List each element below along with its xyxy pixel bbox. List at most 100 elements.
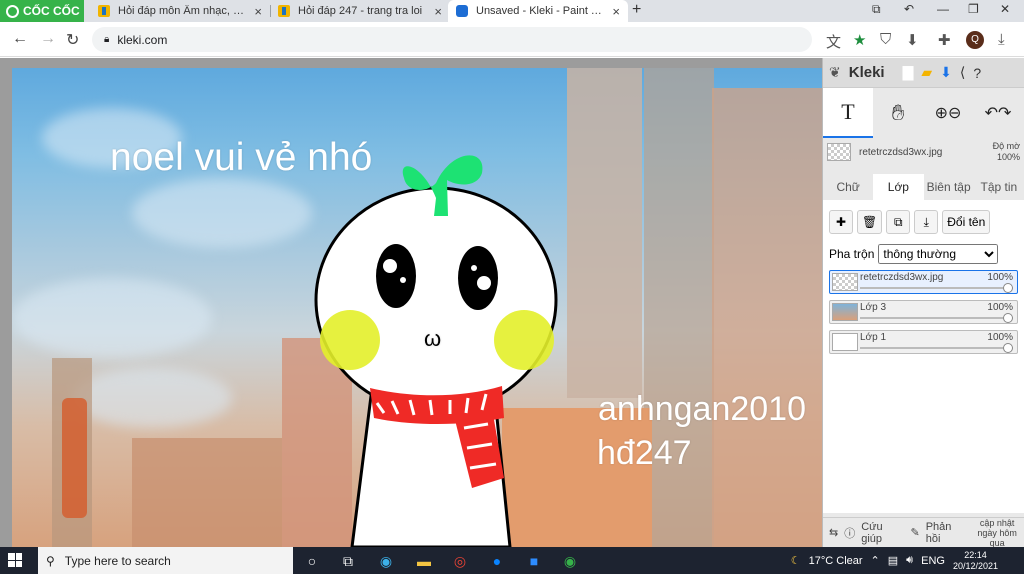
minimize-icon[interactable]: — <box>937 2 949 16</box>
panel-footer: ⇆ ⓘ Cứu giúp ✎ Phản hồi cập nhật ngày hô… <box>823 517 1024 548</box>
zoom-icon[interactable]: ■ <box>524 551 544 571</box>
merge-layer-icon[interactable]: ⤓ <box>914 210 939 234</box>
volume-icon[interactable]: 🔊︎ <box>906 554 913 567</box>
opacity-label: Độ mờ <box>992 141 1020 151</box>
zoom-buttons[interactable]: ⊕⊖ <box>923 88 973 138</box>
windows-taskbar: ⚲ Type here to search ○ ⧉ ◉ ▬ ◎ ● ■ ◉ ☾ … <box>0 547 1024 574</box>
coccoc-logo-icon <box>6 4 19 18</box>
chrome-icon[interactable]: ◎ <box>450 551 470 571</box>
clock-date: 20/12/2021 <box>952 560 998 571</box>
layer-item[interactable]: retetrczdsd3wx.jpg 100% <box>829 270 1018 294</box>
rename-layer-button[interactable]: Đổi tên <box>942 210 991 234</box>
window-close-icon[interactable]: ✕ <box>1000 2 1010 16</box>
slider-knob[interactable] <box>1003 283 1013 293</box>
task-view-icon[interactable]: ⧉ <box>338 551 358 571</box>
bookmark-star-icon[interactable]: ★ <box>853 31 866 49</box>
open-folder-icon[interactable]: ▰ <box>921 64 932 81</box>
blend-mode-row: Pha trộn thông thường <box>829 244 1018 264</box>
kleki-favicon-icon <box>456 5 468 17</box>
tab-hoidap-247[interactable]: Hỏi đáp 247 - trang tra loi × <box>270 0 450 22</box>
opacity-info: Độ mờ 100% <box>993 141 1020 163</box>
opacity-value: 100% <box>996 152 1020 162</box>
layer-item[interactable]: Lớp 1 100% <box>829 330 1018 354</box>
kleki-app-name: Kleki <box>848 64 885 81</box>
right-cheek <box>494 310 554 370</box>
extensions-puzzle-icon[interactable]: ✚ <box>938 31 951 49</box>
download-icon[interactable]: ⤓ <box>998 31 1005 48</box>
tab-close-icon[interactable]: × <box>254 4 262 19</box>
feedback-icon[interactable]: ✎ <box>910 526 919 539</box>
search-placeholder: Type here to search <box>64 553 171 568</box>
profile-avatar[interactable]: Q <box>966 31 984 49</box>
help-circle-icon[interactable]: ⓘ <box>844 525 855 541</box>
language-indicator[interactable]: ENG <box>921 555 945 567</box>
tray-overflow-icon[interactable]: ⌃ <box>871 554 880 567</box>
cortana-icon[interactable]: ○ <box>302 551 322 571</box>
new-file-icon[interactable]: ▇ <box>903 64 914 81</box>
update-note[interactable]: cập nhật ngày hôm qua <box>973 518 1024 548</box>
clock[interactable]: 22:14 20/12/2021 <box>953 550 998 572</box>
layer-toolbar: ✚ 🗑︎ ⧉ ⤓ Đổi tên <box>829 210 1018 234</box>
tab-edit[interactable]: Biên tập <box>924 174 974 200</box>
layer-name: retetrczdsd3wx.jpg <box>860 272 944 283</box>
tab-file[interactable]: Tập tin <box>974 174 1024 200</box>
canvas-area: ω noel vui vẻ nhó anhngan2010 hđ247 <box>0 58 822 547</box>
forward-icon[interactable]: → <box>40 30 56 48</box>
translate-icon[interactable]: 文 <box>826 31 841 52</box>
url-bar[interactable]: 🔒︎ kleki.com <box>92 27 812 52</box>
canvas-text-tag: hđ247 <box>597 434 692 472</box>
screenshot-icon[interactable]: ⧉ <box>872 2 881 17</box>
swap-side-icon[interactable]: ⇆ <box>829 526 838 539</box>
text-tool-button[interactable]: T <box>823 88 873 138</box>
layer-opacity-slider[interactable] <box>860 343 1013 353</box>
delete-layer-icon[interactable]: 🗑︎ <box>857 210 883 234</box>
layer-item[interactable]: Lớp 3 100% <box>829 300 1018 324</box>
save-download-icon[interactable]: ⬇ <box>940 64 952 81</box>
file-explorer-icon[interactable]: ▬ <box>414 551 434 571</box>
layer-opacity-slider[interactable] <box>860 283 1013 293</box>
restore-icon[interactable]: ❐ <box>968 2 979 16</box>
tab-close-icon[interactable]: × <box>434 4 442 19</box>
undo-redo-buttons[interactable]: ↶↷ <box>973 88 1023 138</box>
tab-hoidap-amnhac[interactable]: Hỏi đáp môn Âm nhạc, Mỹ thuật × <box>90 0 270 22</box>
reload-icon[interactable]: ↻ <box>66 30 79 50</box>
hand-tool-button[interactable]: ✋︎ <box>873 88 923 138</box>
coccoc-brand-button[interactable]: CỐC CỐC <box>0 0 84 22</box>
download-manager-icon[interactable]: ⬇ <box>906 31 919 49</box>
windows-start-icon[interactable] <box>8 553 22 567</box>
slider-knob[interactable] <box>1003 343 1013 353</box>
drawing-canvas[interactable]: ω noel vui vẻ nhó anhngan2010 hđ247 <box>12 68 822 547</box>
lock-icon: 🔒︎ <box>104 34 110 45</box>
zalo-icon[interactable]: ● <box>487 551 507 571</box>
tool-row: T ✋︎ ⊕⊖ ↶↷ <box>823 88 1024 138</box>
network-icon[interactable]: ▤ <box>888 554 898 567</box>
feedback-link[interactable]: Phản hồi <box>926 521 968 545</box>
layer-opacity-slider[interactable] <box>860 313 1013 323</box>
taskbar-search-box[interactable]: ⚲ Type here to search <box>38 547 293 574</box>
tab-text[interactable]: Chữ <box>823 174 873 200</box>
layer-name: Lớp 1 <box>860 332 887 343</box>
help-icon[interactable]: ? <box>973 65 981 81</box>
edge-icon[interactable]: ◉ <box>376 551 396 571</box>
back-icon[interactable]: ← <box>12 30 28 48</box>
duplicate-layer-icon[interactable]: ⧉ <box>886 210 911 234</box>
character-mouth: ω <box>424 326 442 351</box>
slider-knob[interactable] <box>1003 313 1013 323</box>
layer-name: Lớp 3 <box>860 302 887 313</box>
blend-mode-select[interactable]: thông thường <box>878 244 999 264</box>
left-cheek <box>320 310 380 370</box>
back-arrow-icon[interactable]: ↶ <box>904 2 914 16</box>
url-text: kleki.com <box>117 32 168 47</box>
share-icon[interactable]: ⟨ <box>960 64 965 81</box>
add-layer-button[interactable]: ✚ <box>829 210 853 234</box>
help-link[interactable]: Cứu giúp <box>861 521 904 545</box>
coccoc-taskbar-icon[interactable]: ◉ <box>560 551 580 571</box>
tab-layers[interactable]: Lớp <box>873 174 924 200</box>
tab-close-icon[interactable]: × <box>612 4 620 19</box>
tab-kleki[interactable]: Unsaved - Kleki - Paint Tool × <box>448 0 628 22</box>
weather-text[interactable]: 17°C Clear <box>809 555 863 567</box>
shield-icon[interactable]: ⛉ <box>880 31 891 48</box>
new-tab-plus-icon[interactable]: + <box>632 1 641 19</box>
search-icon: ⚲ <box>46 553 55 568</box>
panel-tabs: Chữ Lớp Biên tập Tập tin <box>823 174 1024 200</box>
